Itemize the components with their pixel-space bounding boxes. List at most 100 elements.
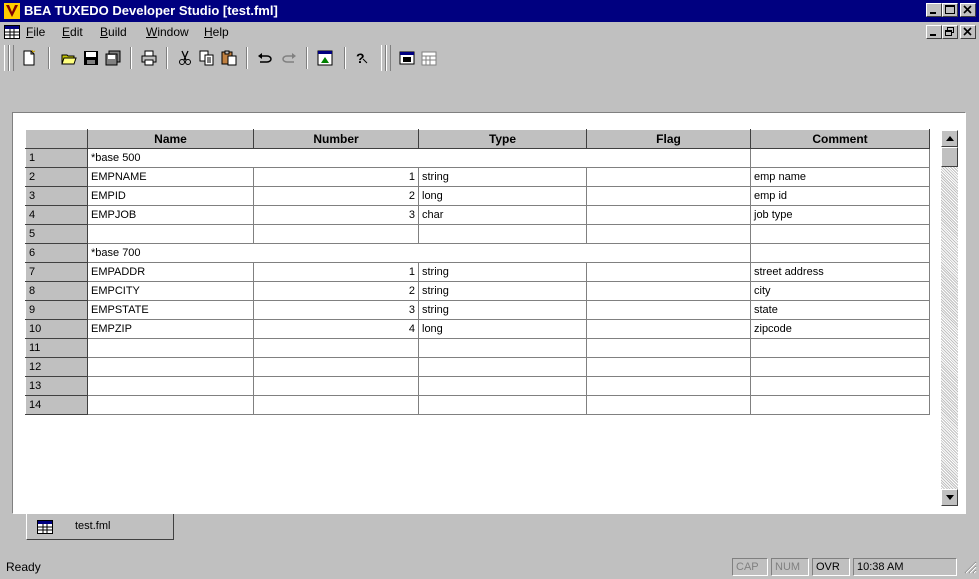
cell-comment[interactable] [750, 357, 930, 377]
cell-name[interactable] [87, 338, 254, 358]
table-row[interactable]: 8 EMPCITY 2 string city [25, 281, 930, 301]
open-button[interactable] [58, 47, 80, 69]
scroll-up-button[interactable] [941, 130, 958, 147]
cell-number[interactable]: 2 [253, 186, 419, 206]
scroll-down-button[interactable] [941, 489, 958, 506]
cell-flag[interactable] [586, 338, 751, 358]
cell-comment[interactable]: street address [750, 262, 930, 282]
table-row[interactable]: 2 EMPNAME 1 string emp name [25, 167, 930, 187]
table-row[interactable]: 7 EMPADDR 1 string street address [25, 262, 930, 282]
menu-window[interactable]: Window [146, 25, 189, 39]
cell-comment[interactable]: zipcode [750, 319, 930, 339]
menu-file[interactable]: File [26, 25, 45, 39]
redo-button[interactable] [278, 47, 300, 69]
cell-type[interactable] [418, 357, 587, 377]
maximize-button[interactable] [942, 3, 958, 17]
cell-flag[interactable] [586, 300, 751, 320]
menu-edit[interactable]: Edit [62, 25, 83, 39]
menu-build[interactable]: Build [100, 25, 127, 39]
table-row[interactable]: 5 [25, 224, 930, 244]
cell-comment[interactable] [750, 395, 930, 415]
cell-comment[interactable] [750, 148, 930, 168]
save-all-button[interactable] [102, 47, 124, 69]
cell-name[interactable]: EMPID [87, 186, 254, 206]
cell-number[interactable] [253, 338, 419, 358]
table-row[interactable]: 13 [25, 376, 930, 396]
row-header[interactable]: 11 [25, 338, 88, 358]
table-row[interactable]: 14 [25, 395, 930, 415]
cell-comment[interactable]: emp name [750, 167, 930, 187]
table-row[interactable]: 10 EMPZIP 4 long zipcode [25, 319, 930, 339]
title-bar[interactable]: BEA TUXEDO Developer Studio [test.fml] [0, 0, 979, 22]
toolbar-grip[interactable] [386, 45, 391, 71]
cell-type[interactable]: string [418, 262, 587, 282]
table-row[interactable]: 4 EMPJOB 3 char job type [25, 205, 930, 225]
cell-flag[interactable] [586, 376, 751, 396]
table-row[interactable]: 11 [25, 338, 930, 358]
cell-number[interactable] [253, 395, 419, 415]
mdi-minimize-button[interactable] [926, 25, 942, 39]
cell-flag[interactable] [586, 205, 751, 225]
base-directive-cell[interactable]: *base 500 [87, 148, 751, 168]
row-header[interactable]: 12 [25, 357, 88, 377]
row-header[interactable]: 6 [25, 243, 88, 263]
cell-number[interactable] [253, 357, 419, 377]
undo-button[interactable] [254, 47, 276, 69]
cell-name[interactable]: EMPCITY [87, 281, 254, 301]
cell-name[interactable]: EMPZIP [87, 319, 254, 339]
new-button[interactable] [18, 47, 40, 69]
document-system-menu-icon[interactable] [4, 24, 20, 43]
cell-comment[interactable] [750, 338, 930, 358]
base-directive-cell[interactable]: *base 700 [87, 243, 751, 263]
cell-comment[interactable]: state [750, 300, 930, 320]
cell-name[interactable]: EMPJOB [87, 205, 254, 225]
cell-name[interactable]: EMPNAME [87, 167, 254, 187]
row-header[interactable]: 5 [25, 224, 88, 244]
cell-name[interactable] [87, 357, 254, 377]
copy-button[interactable] [196, 47, 218, 69]
toolbar-grip[interactable] [9, 45, 14, 71]
cell-type[interactable] [418, 224, 587, 244]
row-header[interactable]: 14 [25, 395, 88, 415]
cell-number[interactable]: 2 [253, 281, 419, 301]
table-row[interactable]: 6 *base 700 [25, 243, 930, 263]
print-button[interactable] [138, 47, 160, 69]
column-header-number[interactable]: Number [253, 129, 419, 149]
cell-type[interactable]: string [418, 167, 587, 187]
cell-comment[interactable] [750, 243, 930, 263]
tab-test-fml[interactable]: test.fml [26, 514, 174, 540]
window-button[interactable] [396, 47, 418, 69]
table-row[interactable]: 1 *base 500 [25, 148, 930, 168]
grid-corner-cell[interactable] [25, 129, 88, 149]
row-header[interactable]: 4 [25, 205, 88, 225]
bea-logo-icon[interactable] [4, 3, 20, 19]
cell-name[interactable]: EMPSTATE [87, 300, 254, 320]
cell-type[interactable]: long [418, 186, 587, 206]
cell-type[interactable] [418, 395, 587, 415]
cell-type[interactable]: string [418, 281, 587, 301]
cell-flag[interactable] [586, 395, 751, 415]
cell-flag[interactable] [586, 357, 751, 377]
table-row[interactable]: 12 [25, 357, 930, 377]
cell-number[interactable]: 1 [253, 167, 419, 187]
cell-number[interactable]: 3 [253, 205, 419, 225]
cell-number[interactable] [253, 376, 419, 396]
row-header[interactable]: 13 [25, 376, 88, 396]
cell-flag[interactable] [586, 262, 751, 282]
column-header-name[interactable]: Name [87, 129, 254, 149]
table-row[interactable]: 9 EMPSTATE 3 string state [25, 300, 930, 320]
help-button[interactable]: ? [350, 47, 372, 69]
cell-flag[interactable] [586, 224, 751, 244]
cell-comment[interactable] [750, 376, 930, 396]
cell-type[interactable]: long [418, 319, 587, 339]
cell-flag[interactable] [586, 281, 751, 301]
cell-number[interactable]: 3 [253, 300, 419, 320]
menu-help[interactable]: Help [204, 25, 229, 39]
scroll-thumb[interactable] [941, 147, 958, 167]
close-button[interactable] [960, 3, 976, 17]
cell-number[interactable]: 1 [253, 262, 419, 282]
size-grip-icon[interactable] [963, 560, 977, 577]
mdi-restore-button[interactable] [942, 25, 958, 39]
cell-flag[interactable] [586, 319, 751, 339]
row-header[interactable]: 8 [25, 281, 88, 301]
